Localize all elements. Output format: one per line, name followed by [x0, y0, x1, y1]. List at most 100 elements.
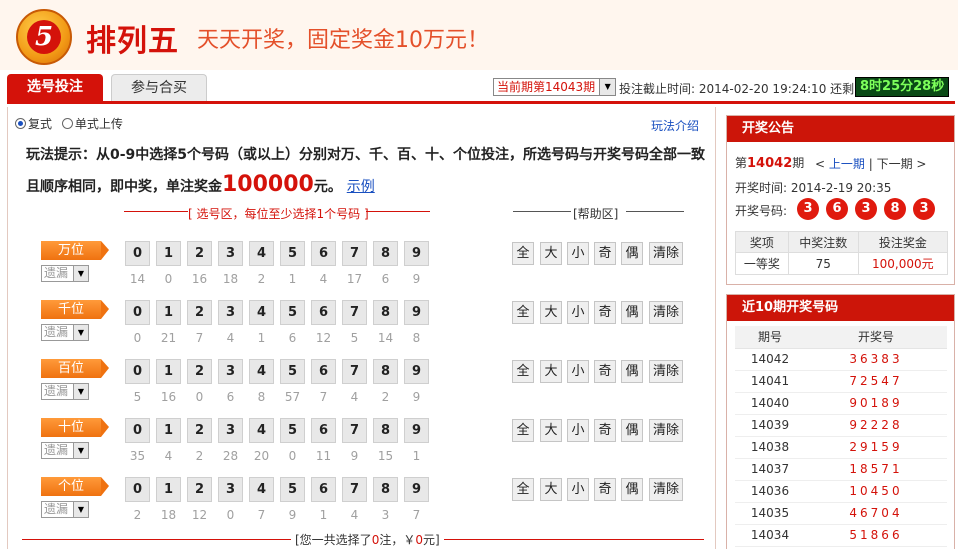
help-button[interactable]: 清除 [649, 419, 683, 442]
digit-ball[interactable]: 8 [373, 241, 398, 266]
period-select[interactable]: 当前期第14043期 ▼ [493, 78, 617, 96]
digit-ball[interactable]: 5 [280, 300, 305, 325]
tab-select-numbers[interactable]: 选号投注 [7, 74, 103, 101]
help-button[interactable]: 清除 [649, 301, 683, 324]
omit-select[interactable]: 遗漏 ▼ [41, 324, 89, 341]
digit-ball[interactable]: 0 [125, 359, 150, 384]
omit-select[interactable]: 遗漏 ▼ [41, 442, 89, 459]
digit-ball[interactable]: 6 [311, 241, 336, 266]
miss-count: 4 [319, 272, 328, 286]
omit-select[interactable]: 遗漏 ▼ [41, 265, 89, 282]
digit-ball[interactable]: 9 [404, 300, 429, 325]
digit-ball[interactable]: 9 [404, 359, 429, 384]
help-button[interactable]: 大 [540, 360, 562, 383]
digit-ball[interactable]: 4 [249, 477, 274, 502]
digit-ball[interactable]: 2 [187, 477, 212, 502]
digit-ball[interactable]: 1 [156, 477, 181, 502]
digit-ball[interactable]: 8 [373, 477, 398, 502]
digit-ball[interactable]: 8 [373, 300, 398, 325]
digit-ball[interactable]: 7 [342, 418, 367, 443]
help-button[interactable]: 全 [512, 301, 534, 324]
digit-ball[interactable]: 2 [187, 359, 212, 384]
radio-unchecked-icon[interactable] [61, 118, 73, 129]
digit-ball[interactable]: 4 [249, 418, 274, 443]
omit-select[interactable]: 遗漏 ▼ [41, 501, 89, 518]
digit-ball[interactable]: 9 [404, 418, 429, 443]
help-button[interactable]: 偶 [621, 478, 643, 501]
prev-period-link[interactable]: 上一期 [829, 157, 865, 171]
digit-ball[interactable]: 4 [249, 300, 274, 325]
digit-ball[interactable]: 2 [187, 241, 212, 266]
digit-ball[interactable]: 3 [218, 359, 243, 384]
digit-ball[interactable]: 7 [342, 359, 367, 384]
help-button[interactable]: 大 [540, 419, 562, 442]
example-link[interactable]: 示例 [347, 179, 375, 195]
help-button[interactable]: 偶 [621, 242, 643, 265]
help-button[interactable]: 偶 [621, 360, 643, 383]
help-button[interactable]: 大 [540, 478, 562, 501]
period-cell: 14040 [735, 392, 805, 415]
digit-ball[interactable]: 4 [249, 241, 274, 266]
digit-ball[interactable]: 0 [125, 477, 150, 502]
digit-ball[interactable]: 5 [280, 477, 305, 502]
help-button[interactable]: 偶 [621, 419, 643, 442]
help-button[interactable]: 奇 [594, 301, 616, 324]
miss-count: 2 [195, 449, 204, 463]
help-button[interactable]: 小 [567, 419, 589, 442]
help-button[interactable]: 奇 [594, 242, 616, 265]
digit-ball[interactable]: 3 [218, 241, 243, 266]
radio-checked-icon[interactable] [15, 118, 26, 129]
digit-ball[interactable]: 2 [187, 418, 212, 443]
help-button[interactable]: 小 [567, 242, 589, 265]
help-button[interactable]: 小 [567, 301, 589, 324]
digit-ball[interactable]: 1 [156, 241, 181, 266]
digit-ball[interactable]: 7 [342, 477, 367, 502]
digit-ball[interactable]: 5 [280, 359, 305, 384]
help-button[interactable]: 大 [540, 242, 562, 265]
mode-compound-option[interactable]: 复式 [15, 117, 52, 131]
digit-ball[interactable]: 9 [404, 477, 429, 502]
digit-row: 万位 遗漏 ▼ 0 14 1 0 2 16 3 18 4 2 5 1 6 4 7 17 8 6 9 9 全大小奇偶清除 [41, 241, 701, 296]
digit-ball[interactable]: 1 [156, 359, 181, 384]
tab-group-buy[interactable]: 参与合买 [111, 74, 207, 101]
digit-ball[interactable]: 9 [404, 241, 429, 266]
help-button[interactable]: 小 [567, 360, 589, 383]
help-button[interactable]: 偶 [621, 301, 643, 324]
help-button[interactable]: 全 [512, 242, 534, 265]
digit-ball[interactable]: 1 [156, 300, 181, 325]
mode-single-upload-option[interactable]: 单式上传 [61, 117, 123, 131]
help-button[interactable]: 全 [512, 478, 534, 501]
digit-ball[interactable]: 4 [249, 359, 274, 384]
digit-ball[interactable]: 0 [125, 418, 150, 443]
digit-ball[interactable]: 5 [280, 241, 305, 266]
help-button[interactable]: 清除 [649, 242, 683, 265]
next-period-link[interactable]: 下一期 [877, 157, 913, 171]
digit-ball[interactable]: 6 [311, 477, 336, 502]
help-button[interactable]: 小 [567, 478, 589, 501]
help-button[interactable]: 清除 [649, 478, 683, 501]
rules-link[interactable]: 玩法介绍 [651, 117, 699, 134]
digit-ball[interactable]: 2 [187, 300, 212, 325]
digit-ball[interactable]: 3 [218, 477, 243, 502]
digit-ball[interactable]: 3 [218, 300, 243, 325]
digit-ball[interactable]: 6 [311, 359, 336, 384]
digit-ball[interactable]: 5 [280, 418, 305, 443]
digit-ball[interactable]: 0 [125, 241, 150, 266]
digit-ball[interactable]: 0 [125, 300, 150, 325]
digit-ball[interactable]: 8 [373, 418, 398, 443]
digit-ball[interactable]: 7 [342, 300, 367, 325]
digit-ball[interactable]: 3 [218, 418, 243, 443]
digit-ball[interactable]: 6 [311, 418, 336, 443]
help-button[interactable]: 全 [512, 419, 534, 442]
digit-ball[interactable]: 7 [342, 241, 367, 266]
help-button[interactable]: 清除 [649, 360, 683, 383]
help-button[interactable]: 奇 [594, 419, 616, 442]
omit-select[interactable]: 遗漏 ▼ [41, 383, 89, 400]
digit-ball[interactable]: 1 [156, 418, 181, 443]
help-button[interactable]: 大 [540, 301, 562, 324]
help-button[interactable]: 全 [512, 360, 534, 383]
digit-ball[interactable]: 8 [373, 359, 398, 384]
help-button[interactable]: 奇 [594, 478, 616, 501]
help-button[interactable]: 奇 [594, 360, 616, 383]
digit-ball[interactable]: 6 [311, 300, 336, 325]
